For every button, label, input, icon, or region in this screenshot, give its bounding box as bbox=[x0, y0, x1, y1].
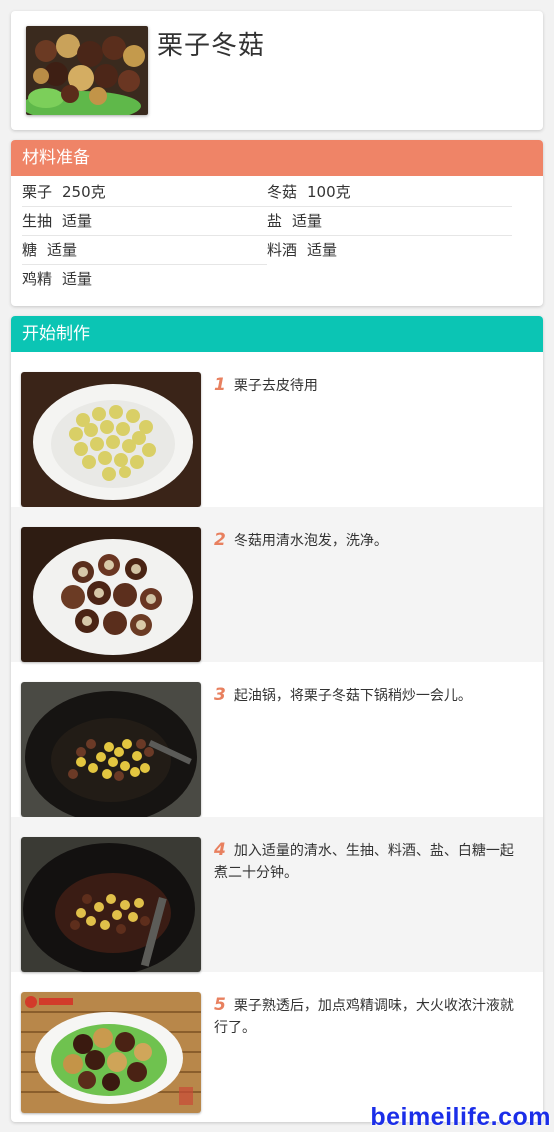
ingredient-amount: 适量 bbox=[62, 212, 93, 230]
ingredient-item: 冬菇 100克 bbox=[267, 178, 512, 207]
step-number: 2 bbox=[214, 530, 226, 550]
site-watermark: beimeilife.com bbox=[370, 1103, 551, 1131]
step-number: 1 bbox=[214, 375, 226, 395]
step-item: 3 起油锅，将栗子冬菇下锅稍炒一会儿。 bbox=[11, 662, 543, 817]
ingredient-name: 盐 bbox=[267, 212, 283, 230]
ingredient-row: 栗子 250克 冬菇 100克 bbox=[22, 178, 512, 207]
ingredient-name: 糖 bbox=[22, 241, 38, 259]
recipe-title: 栗子冬菇 bbox=[157, 31, 266, 61]
step-description: 栗子熟透后，加点鸡精调味，大火收浓汁液就行了。 bbox=[214, 998, 514, 1036]
ingredient-amount: 250克 bbox=[62, 183, 106, 201]
step-photo[interactable] bbox=[21, 372, 201, 507]
ingredient-name: 鸡精 bbox=[22, 270, 53, 288]
ingredient-amount: 适量 bbox=[292, 212, 323, 230]
ingredient-item: 糖适量 bbox=[22, 236, 267, 265]
step-photo[interactable] bbox=[21, 527, 201, 662]
ingredient-item: 盐适量 bbox=[267, 207, 512, 236]
step-number: 4 bbox=[214, 840, 226, 860]
step-number: 3 bbox=[214, 685, 226, 705]
ingredients-heading: 材料准备 bbox=[11, 140, 543, 176]
step-item: 2 冬菇用清水泡发，洗净。 bbox=[11, 507, 543, 662]
step-text: 1 栗子去皮待用 bbox=[214, 374, 524, 397]
step-description: 栗子去皮待用 bbox=[233, 378, 318, 394]
steps-heading: 开始制作 bbox=[11, 316, 543, 352]
ingredient-name: 料酒 bbox=[267, 241, 298, 259]
step-number: 5 bbox=[214, 995, 226, 1015]
ingredient-name: 生抽 bbox=[22, 212, 53, 230]
ingredient-item: 鸡精 适量 bbox=[22, 265, 267, 294]
ingredient-item: 栗子 250克 bbox=[22, 178, 267, 207]
ingredient-name: 栗子 bbox=[22, 183, 53, 201]
step-description: 起油锅，将栗子冬菇下锅稍炒一会儿。 bbox=[233, 688, 472, 704]
step-text: 4 加入适量的清水、生抽、料酒、盐、白糖一起煮二十分钟。 bbox=[214, 839, 524, 884]
recipe-photo[interactable] bbox=[26, 26, 148, 115]
step-item: 4 加入适量的清水、生抽、料酒、盐、白糖一起煮二十分钟。 bbox=[11, 817, 543, 972]
ingredient-name: 冬菇 bbox=[267, 183, 298, 201]
ingredient-item: 料酒 适量 bbox=[267, 236, 512, 265]
ingredient-amount: 100克 bbox=[307, 183, 351, 201]
ingredient-row: 鸡精 适量 bbox=[22, 265, 512, 294]
step-description: 加入适量的清水、生抽、料酒、盐、白糖一起煮二十分钟。 bbox=[214, 843, 514, 881]
ingredient-amount: 适量 bbox=[47, 241, 78, 259]
step-text: 3 起油锅，将栗子冬菇下锅稍炒一会儿。 bbox=[214, 684, 524, 707]
step-text: 2 冬菇用清水泡发，洗净。 bbox=[214, 529, 524, 552]
ingredients-list: 栗子 250克 冬菇 100克 生抽 适量 盐适量 糖适量 料酒 适量 鸡精 适量 bbox=[22, 178, 512, 294]
step-photo[interactable] bbox=[21, 837, 201, 972]
step-description: 冬菇用清水泡发，洗净。 bbox=[233, 533, 388, 549]
ingredient-row: 生抽 适量 盐适量 bbox=[22, 207, 512, 236]
step-text: 5 栗子熟透后，加点鸡精调味，大火收浓汁液就行了。 bbox=[214, 994, 524, 1039]
ingredients-card: 材料准备 栗子250克 冬菇100克 生抽适量 盐适量 糖适量 料酒适量 bbox=[11, 140, 543, 306]
step-item: 1 栗子去皮待用 bbox=[11, 352, 543, 507]
steps-card: 开始制作 1 栗子去皮待用 2 冬菇用清水泡发，洗净。 3 起油锅，将栗子冬菇下… bbox=[11, 316, 543, 1122]
step-photo[interactable] bbox=[21, 992, 201, 1113]
ingredient-amount: 适量 bbox=[62, 270, 93, 288]
ingredient-row: 糖适量 料酒 适量 bbox=[22, 236, 512, 265]
step-item: 5 栗子熟透后，加点鸡精调味，大火收浓汁液就行了。 bbox=[11, 972, 543, 1122]
ingredient-amount: 适量 bbox=[307, 241, 338, 259]
step-photo[interactable] bbox=[21, 682, 201, 817]
ingredient-item: 生抽 适量 bbox=[22, 207, 267, 236]
recipe-header-card: 栗子冬菇 bbox=[11, 11, 543, 130]
